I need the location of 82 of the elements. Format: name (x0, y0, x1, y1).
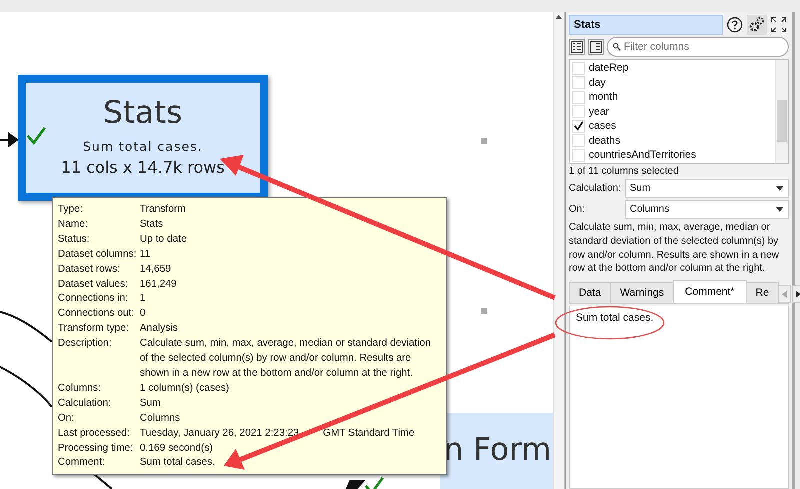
resize-handle[interactable] (481, 308, 487, 314)
checkbox[interactable] (572, 76, 585, 90)
tooltip-value: 161,249 (140, 278, 178, 292)
stats-node[interactable]: Stats Sum total cases. 11 cols x 14.7k rows (18, 75, 268, 201)
tooltip-value: Up to date (140, 232, 188, 247)
column-item[interactable]: cases (570, 119, 775, 134)
tooltip-value: Stats (140, 218, 164, 232)
tooltip-value: Columns (140, 412, 182, 426)
tooltip-label: Dataset columns: (58, 248, 138, 262)
resize-handle[interactable] (481, 138, 487, 144)
tooltip-value: 11 (140, 248, 152, 262)
dropdown[interactable]: Sum (625, 179, 789, 198)
tooltip-label: Description: (58, 337, 113, 352)
column-item[interactable]: year (570, 104, 775, 119)
tooltip-value: Analysis (140, 322, 179, 336)
field-label: Calculation: (569, 183, 622, 194)
column-item[interactable]: deaths (570, 134, 775, 148)
tooltip-label: Comment: (58, 456, 106, 470)
tab[interactable]: Comment* (673, 280, 747, 304)
tooltip-label: Last processed: (58, 426, 131, 441)
column-item[interactable]: dateRep (570, 61, 775, 76)
checkbox[interactable] (572, 105, 585, 118)
tooltip-value: 0 (140, 307, 147, 322)
tooltip-value: Sum total cases. (140, 456, 216, 470)
checkbox[interactable] (572, 148, 585, 162)
checklist-icon[interactable] (569, 39, 585, 55)
tooltip-value: 1 column(s) (cases) (140, 382, 230, 396)
tooltip-value: Transform (140, 203, 188, 217)
expand-icon[interactable] (769, 15, 789, 35)
checkbox[interactable] (572, 90, 585, 104)
tooltip-label: Dataset values: (58, 278, 130, 292)
list-icon[interactable] (588, 39, 604, 55)
tooltip-label: Connections out: (58, 307, 136, 322)
tooltip-label: Transform type: (58, 322, 130, 336)
format-node[interactable]: n Form (440, 413, 553, 489)
field-label: On: (569, 204, 586, 215)
tooltip-value: Sum (140, 396, 162, 411)
check-icon (26, 126, 46, 146)
tooltip-label: Processing time: (58, 442, 134, 456)
node-title: Stats (103, 95, 183, 131)
tooltip-label: Columns: (58, 382, 102, 396)
tooltip-label: Status: (58, 232, 91, 247)
filter-field[interactable]: Filter columns (607, 37, 789, 57)
column-item[interactable]: day (570, 76, 775, 90)
tab[interactable]: Warnings (610, 282, 674, 304)
checkbox[interactable] (572, 134, 585, 148)
connector-line (94, 474, 113, 489)
column-item[interactable]: countriesAndTerritories (570, 148, 775, 162)
search-icon (613, 43, 621, 51)
comment-text: Sum total cases. (576, 312, 654, 324)
connector-line (0, 366, 53, 408)
node-comment: Sum total cases. (83, 139, 203, 154)
scrollbar[interactable] (553, 12, 565, 489)
tooltip-label: Connections in: (58, 292, 130, 306)
tooltip-value: Tuesday, January 26, 2021 2:23:23 (140, 426, 300, 441)
column-item[interactable]: month (570, 90, 775, 104)
tab[interactable]: Re (746, 282, 780, 304)
help-icon[interactable] (725, 15, 745, 35)
dropdown[interactable]: Columns (625, 200, 789, 219)
checkbox[interactable] (572, 62, 585, 75)
selection-status: 1 of 11 columns selected (569, 166, 680, 177)
tooltip-value: 14,659 (140, 262, 172, 277)
tooltip-value: Calculate sum, min, max, average, median or standard deviation of the selected column(s) by row and/or column. Results are shown in a new row at the bottom and/or column at the right. (140, 337, 432, 381)
tooltip-label: Name: (58, 218, 90, 232)
tooltip-label: Calculation: (58, 396, 112, 411)
connector-line (0, 311, 53, 343)
tooltip-label: On: (58, 412, 76, 426)
description-text: Calculate sum, min, max, average, median or standard deviation of the selected column(s) by row and/or column. Results are shown in a new row at the bottom and/or column at the right. (569, 221, 780, 276)
panel-title[interactable]: Stats (569, 15, 723, 35)
connector-line (0, 132, 19, 148)
tab[interactable]: Data (569, 282, 612, 304)
node-title: n Form (444, 432, 552, 468)
connector-arrowhead (346, 480, 366, 489)
node-size: 11 cols x 14.7k rows (61, 158, 225, 177)
scrollbar[interactable] (775, 60, 788, 163)
settings-icon[interactable] (747, 15, 767, 35)
tooltip-label: Type: (58, 203, 84, 217)
tooltip-value: GMT Standard Time (323, 426, 415, 441)
tooltip-label: Dataset rows: (58, 262, 122, 277)
tooltip-value: 0.169 second(s) (140, 442, 214, 456)
tooltip-value: 1 (140, 292, 147, 306)
checkbox[interactable] (572, 120, 585, 133)
